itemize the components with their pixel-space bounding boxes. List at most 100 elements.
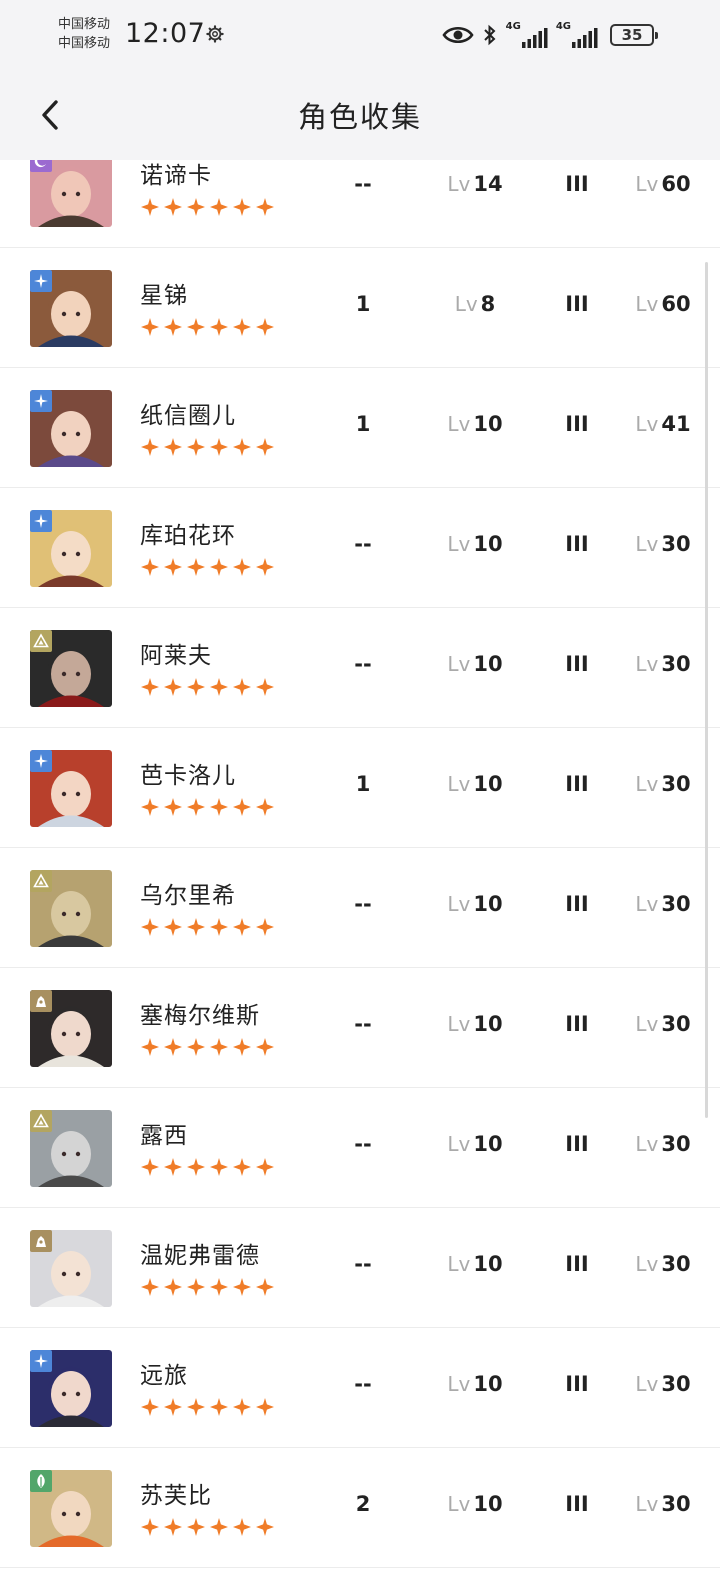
star-icon <box>233 1278 251 1296</box>
character-avatar[interactable] <box>30 1350 112 1427</box>
insight-value: III <box>565 1132 589 1156</box>
character-avatar[interactable] <box>30 510 112 587</box>
character-level: Lv 30 <box>635 1012 691 1036</box>
character-list[interactable]: 诺谛卡 -- Lv 14 III Lv 60 星锑 1 Lv 8 III Lv 60 纸… <box>0 160 720 1593</box>
character-level: Lv 60 <box>635 172 691 196</box>
moon-icon <box>34 160 46 168</box>
character-row[interactable]: 库珀花环 -- Lv 10 III Lv 30 <box>0 488 720 608</box>
star-icon <box>34 394 48 408</box>
character-avatar[interactable] <box>30 630 112 707</box>
skill-level: Lv 10 <box>447 1252 503 1276</box>
character-row[interactable]: 露西 -- Lv 10 III Lv 30 <box>0 1088 720 1208</box>
element-badge <box>30 1110 52 1132</box>
mineral-icon <box>33 873 49 888</box>
character-avatar[interactable] <box>30 390 112 467</box>
star-icon <box>233 918 251 936</box>
element-badge <box>30 870 52 892</box>
insight-value: III <box>565 1252 589 1276</box>
star-icon <box>187 918 205 936</box>
star-icon <box>233 798 251 816</box>
character-avatar[interactable] <box>30 750 112 827</box>
character-name: 远旅 <box>140 1363 188 1389</box>
element-badge <box>30 990 52 1012</box>
insight-value: III <box>565 1012 589 1036</box>
duplicates-value: -- <box>354 652 372 676</box>
character-row[interactable]: 纸信圈儿 1 Lv 10 III Lv 41 <box>0 368 720 488</box>
character-avatar[interactable] <box>30 870 112 947</box>
star-icon <box>164 1398 182 1416</box>
character-row[interactable]: 温妮弗雷德 -- Lv 10 III Lv 30 <box>0 1208 720 1328</box>
character-level: Lv 30 <box>635 772 691 796</box>
signal-bars-icon <box>521 28 548 48</box>
character-row[interactable]: 乌尔里希 -- Lv 10 III Lv 30 <box>0 848 720 968</box>
star-icon <box>210 1158 228 1176</box>
character-avatar[interactable] <box>30 1470 112 1547</box>
star-icon <box>141 438 159 456</box>
gear-icon <box>206 25 224 43</box>
star-icon <box>256 438 274 456</box>
star-icon <box>256 1518 274 1536</box>
star-icon <box>164 1158 182 1176</box>
character-avatar[interactable] <box>30 160 112 227</box>
beast-icon <box>36 1236 46 1247</box>
character-avatar[interactable] <box>30 1230 112 1307</box>
star-icon <box>210 1398 228 1416</box>
duplicates-value: -- <box>354 532 372 556</box>
star-icon <box>187 798 205 816</box>
star-icon <box>164 1038 182 1056</box>
star-icon <box>233 198 251 216</box>
character-row[interactable]: 星锑 1 Lv 8 III Lv 60 <box>0 248 720 368</box>
star-icon <box>210 1278 228 1296</box>
character-avatar[interactable] <box>30 1110 112 1187</box>
star-icon <box>233 1398 251 1416</box>
star-icon <box>233 1518 251 1536</box>
character-avatar[interactable] <box>30 990 112 1067</box>
rarity-stars <box>140 1277 275 1297</box>
star-icon <box>141 198 159 216</box>
character-name: 诺谛卡 <box>140 163 212 189</box>
bluetooth-icon <box>483 24 496 46</box>
skill-level: Lv 14 <box>447 172 503 196</box>
element-badge <box>30 160 52 172</box>
star-icon <box>141 678 159 696</box>
character-row[interactable]: 阿莱夫 -- Lv 10 III Lv 30 <box>0 608 720 728</box>
star-icon <box>164 558 182 576</box>
star-icon <box>256 678 274 696</box>
character-level: Lv 30 <box>635 532 691 556</box>
mineral-icon <box>33 633 49 648</box>
duplicates-value: 1 <box>355 292 371 316</box>
scrollbar[interactable] <box>705 262 708 1118</box>
character-row[interactable]: 诺谛卡 -- Lv 14 III Lv 60 <box>0 160 720 248</box>
star-icon <box>141 1038 159 1056</box>
plant-icon <box>37 1474 45 1488</box>
character-name: 纸信圈儿 <box>140 403 236 429</box>
character-name: 温妮弗雷德 <box>140 1243 260 1269</box>
star-icon <box>233 1038 251 1056</box>
insight-value: III <box>565 532 589 556</box>
character-name: 苏芙比 <box>140 1483 212 1509</box>
rarity-stars <box>140 1517 275 1537</box>
character-row[interactable]: 远旅 -- Lv 10 III Lv 30 <box>0 1328 720 1448</box>
character-row[interactable]: 苏芙比 2 Lv 10 III Lv 30 <box>0 1448 720 1568</box>
star-icon <box>256 1038 274 1056</box>
character-row[interactable]: 塞梅尔维斯 -- Lv 10 III Lv 30 <box>0 968 720 1088</box>
star-icon <box>164 1278 182 1296</box>
insight-value: III <box>565 1372 589 1396</box>
star-icon <box>141 918 159 936</box>
character-row[interactable]: 芭卡洛儿 1 Lv 10 III Lv 30 <box>0 728 720 848</box>
star-icon <box>210 798 228 816</box>
star-icon <box>210 318 228 336</box>
rarity-stars <box>140 677 275 697</box>
element-badge <box>30 1230 52 1252</box>
star-icon <box>187 318 205 336</box>
element-badge <box>30 510 52 532</box>
skill-level: Lv 10 <box>447 1132 503 1156</box>
star-icon <box>141 318 159 336</box>
signal-2: 4G <box>556 22 598 48</box>
star-icon <box>164 918 182 936</box>
character-level: Lv 30 <box>635 1132 691 1156</box>
star-icon <box>141 798 159 816</box>
character-avatar[interactable] <box>30 270 112 347</box>
insight-value: III <box>565 652 589 676</box>
star-icon <box>164 318 182 336</box>
